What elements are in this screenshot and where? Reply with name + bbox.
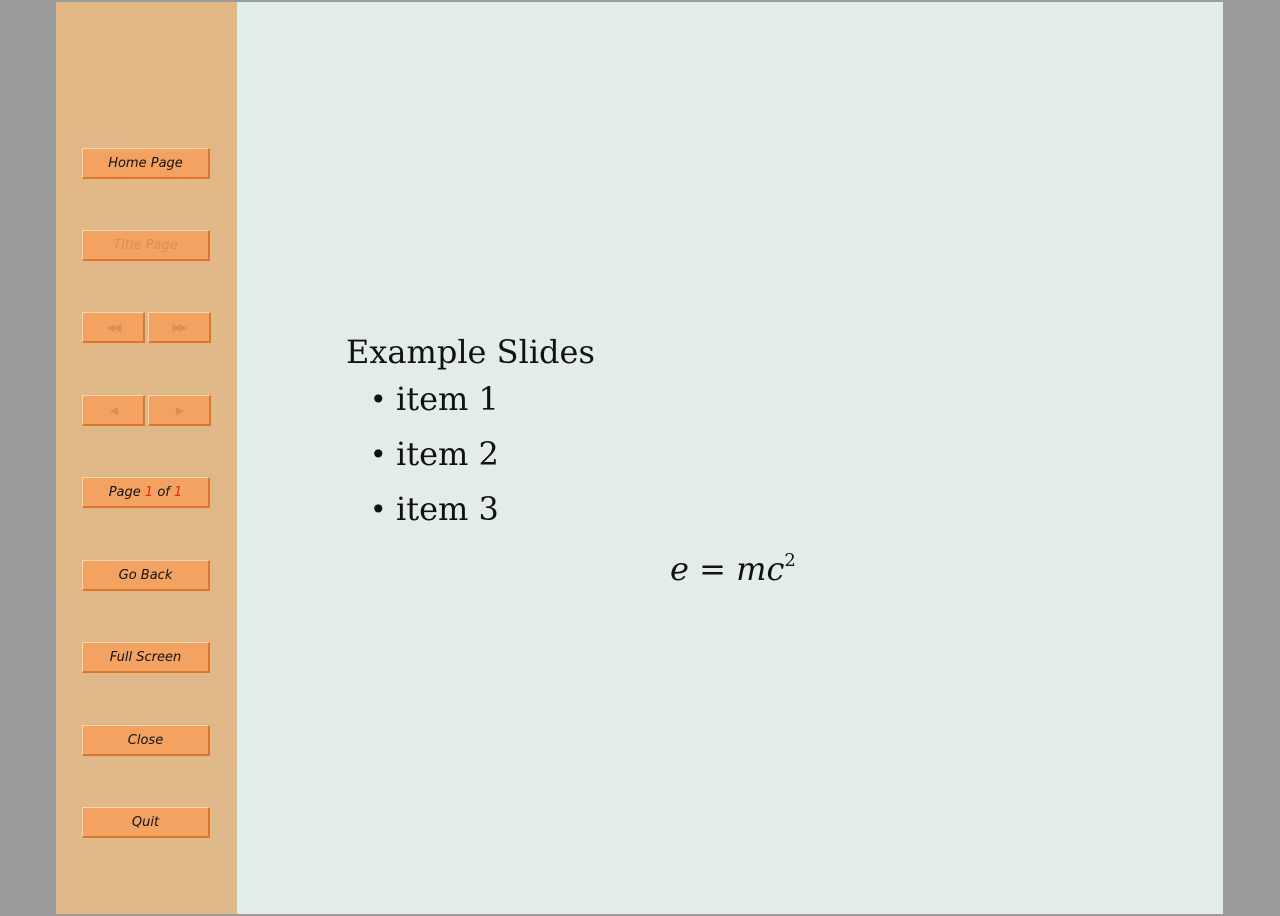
last-page-button[interactable]: ▶▶: [148, 312, 211, 343]
right-arrow-icon: ▶: [175, 403, 185, 417]
page-prefix: Page: [108, 484, 145, 500]
bullet-list: • item 1 • item 2 • item 3: [346, 372, 595, 537]
list-item-text: item 3: [396, 490, 499, 528]
slide-content: Example Slides • item 1 • item 2 • item …: [346, 332, 595, 537]
left-arrow-icon: ◀: [109, 403, 119, 417]
navigation-sidebar: Home Page Title Page ◀◀ ▶▶ ◀ ▶ Page 1 of…: [56, 2, 237, 914]
home-page-label: Home Page: [108, 155, 183, 171]
slide-page: Home Page Title Page ◀◀ ▶▶ ◀ ▶ Page 1 of…: [56, 2, 1223, 914]
double-left-arrow-icon: ◀◀: [106, 320, 122, 334]
list-item-text: item 1: [396, 380, 499, 418]
next-page-button[interactable]: ▶: [148, 395, 211, 426]
title-page-label: Title Page: [113, 237, 178, 253]
title-page-button[interactable]: Title Page: [82, 230, 210, 261]
page-middle: of: [153, 484, 174, 500]
equation-lhs: e: [670, 550, 689, 588]
first-page-button[interactable]: ◀◀: [82, 312, 145, 343]
go-back-label: Go Back: [118, 567, 173, 583]
previous-page-button[interactable]: ◀: [82, 395, 145, 426]
close-button[interactable]: Close: [82, 725, 210, 756]
close-label: Close: [127, 732, 164, 748]
pdf-viewer: Home Page Title Page ◀◀ ▶▶ ◀ ▶ Page 1 of…: [0, 0, 1280, 916]
full-screen-button[interactable]: Full Screen: [82, 642, 210, 673]
list-item: • item 1: [346, 372, 595, 427]
go-back-button[interactable]: Go Back: [82, 560, 210, 591]
slide-title: Example Slides: [346, 333, 595, 371]
equation-operator: =: [688, 550, 737, 588]
bullet-icon: •: [370, 493, 387, 526]
equation: e = mc2: [670, 550, 796, 588]
equation-rhs: mc: [736, 550, 785, 588]
page-total: 1: [174, 484, 183, 500]
list-item: • item 3: [346, 482, 595, 537]
full-screen-label: Full Screen: [109, 649, 182, 665]
quit-label: Quit: [131, 814, 160, 830]
bullet-icon: •: [370, 438, 387, 471]
equation-exponent: 2: [784, 550, 796, 571]
page-indicator-button[interactable]: Page 1 of 1: [82, 477, 210, 508]
page-current: 1: [144, 484, 154, 500]
list-item-text: item 2: [396, 435, 499, 473]
double-right-arrow-icon: ▶▶: [172, 320, 188, 334]
list-item: • item 2: [346, 427, 595, 482]
home-page-button[interactable]: Home Page: [82, 148, 210, 179]
bullet-icon: •: [370, 383, 387, 416]
quit-button[interactable]: Quit: [82, 807, 210, 838]
